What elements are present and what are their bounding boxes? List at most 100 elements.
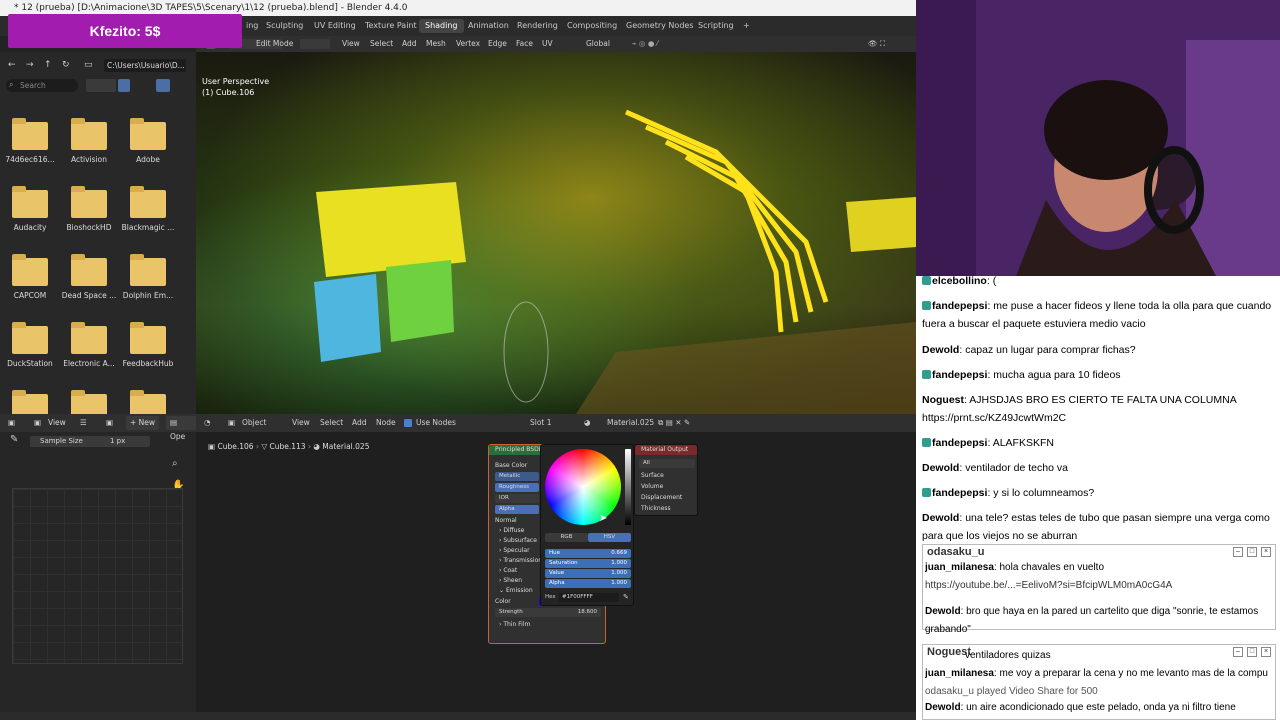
tab-animation[interactable]: Animation (462, 19, 515, 33)
slot-dropdown[interactable]: Slot 1 (530, 414, 552, 432)
material-output-node[interactable]: Material Output All Surface Volume Displ… (634, 444, 698, 516)
hue-field[interactable]: Hue 0.669 (545, 549, 631, 558)
menu-add[interactable]: Add (402, 36, 417, 52)
folder-item[interactable]: FeedbackHub (119, 316, 177, 382)
forward-arrow-icon[interactable]: → (26, 60, 34, 70)
folder-item[interactable]: Electronic A... (60, 316, 118, 382)
eyedropper-icon[interactable]: ✎ (623, 593, 629, 601)
folder-item[interactable]: Dead Space ... (60, 248, 118, 314)
color-wheel[interactable] (545, 449, 621, 525)
saturation-field[interactable]: Saturation 1.000 (545, 559, 631, 568)
menu-select[interactable]: Select (320, 414, 343, 432)
menu-edge[interactable]: Edge (488, 36, 507, 52)
folder-item[interactable]: Audacity (1, 180, 59, 246)
node-editor-type-icon[interactable]: ◔ (204, 414, 211, 432)
ior-field[interactable]: IOR (495, 494, 539, 503)
menu-view[interactable]: View (292, 414, 310, 432)
chat-popup-window[interactable]: Noguest – □ × ventiladores quizas juan_m… (922, 644, 1276, 720)
strength-field[interactable]: Strength 18.600 (495, 608, 601, 617)
panel-diffuse[interactable]: › Diffuse (499, 526, 524, 535)
menu-uv[interactable]: UV (542, 36, 553, 52)
thumbnail-view-icon[interactable] (118, 79, 130, 92)
vertex-edge-face-toggle[interactable] (300, 39, 330, 49)
shader-type-dropdown[interactable]: Object (242, 414, 266, 432)
open-image-button[interactable]: ▤ Ope (166, 416, 196, 441)
folder-item[interactable]: Activision (60, 112, 118, 178)
zoom-icon[interactable]: ⌕ (172, 458, 178, 469)
alpha-field[interactable]: Alpha 1.000 (545, 579, 631, 588)
display-mode-icons[interactable] (86, 79, 116, 92)
folder-item[interactable]: Adobe (119, 112, 177, 178)
panel-specular[interactable]: › Specular (499, 546, 530, 555)
material-name-field[interactable]: Material.025 (607, 414, 654, 432)
menu-mesh[interactable]: Mesh (426, 36, 446, 52)
tab-hsv[interactable]: HSV (588, 533, 631, 542)
panel-emission[interactable]: ⌄ Emission (499, 586, 533, 595)
hex-field[interactable]: #1F00FFFF (559, 593, 619, 602)
color-picker-popup[interactable]: RGB HSV Hue 0.669 Saturation 1.000 Value 1.… (540, 444, 634, 606)
alpha-field[interactable]: Alpha (495, 505, 539, 514)
mode-dropdown[interactable]: Edit Mode (256, 36, 293, 52)
tab-scripting[interactable]: Scripting (692, 19, 740, 33)
sample-size-field[interactable]: Sample Size 1 px (30, 436, 150, 447)
menu-select[interactable]: Select (370, 36, 393, 52)
use-nodes-checkbox[interactable] (404, 419, 412, 427)
filter-icon[interactable] (156, 79, 170, 92)
menu-node[interactable]: Node (376, 414, 396, 432)
maximize-icon[interactable]: □ (1247, 547, 1257, 557)
menu-face[interactable]: Face (516, 36, 533, 52)
panel-thin-film[interactable]: › Thin Film (499, 620, 530, 629)
folder-item[interactable]: Dolphin Em... (119, 248, 177, 314)
search-input[interactable]: Search (6, 79, 78, 92)
folder-item[interactable]: DuckStation (1, 316, 59, 382)
image-canvas[interactable] (12, 488, 183, 664)
image-browse-icon[interactable]: ▣ (106, 414, 113, 432)
folder-item[interactable]: 74d6ec616... (1, 112, 59, 178)
roughness-field[interactable]: Roughness (495, 483, 539, 492)
menu-vertex[interactable]: Vertex (456, 36, 480, 52)
tab-uv-editing[interactable]: UV Editing (308, 19, 362, 33)
list-icon[interactable]: ☰ (80, 414, 87, 432)
menu-add[interactable]: Add (352, 414, 367, 432)
folder-item[interactable]: Blackmagic ... (119, 180, 177, 246)
3d-viewport[interactable]: User Perspective (1) Cube.106 (196, 52, 916, 414)
material-actions-icons[interactable]: ⧉ ▤ ✕ ✎ (658, 414, 690, 432)
material-sphere-icon[interactable]: ◕ (584, 414, 591, 432)
value-slider[interactable] (625, 449, 631, 525)
chat-popup-window[interactable]: odasaku_u – □ × juan_milanesa: hola chav… (922, 544, 1276, 635)
menu-view[interactable]: View (342, 36, 360, 52)
new-folder-icon[interactable]: ▭ (84, 60, 93, 70)
gizmo-icons[interactable]: 👁 ⛶ (868, 36, 885, 52)
panel-sheen[interactable]: › Sheen (499, 576, 522, 585)
back-arrow-icon[interactable]: ← (8, 60, 16, 70)
tab-sculpting[interactable]: Sculpting (260, 19, 309, 33)
tab-compositing[interactable]: Compositing (561, 19, 623, 33)
tab-texture-paint[interactable]: Texture Paint (359, 19, 423, 33)
tab-rgb[interactable]: RGB (545, 533, 588, 542)
minimize-icon[interactable]: – (1233, 547, 1243, 557)
tab-rendering[interactable]: Rendering (511, 19, 564, 33)
value-field[interactable]: Value 1.000 (545, 569, 631, 578)
orientation-dropdown[interactable]: Global (586, 36, 610, 52)
image-editor-mode-icon[interactable]: ▣ (34, 414, 41, 432)
editor-type-icon[interactable]: ▣ (8, 414, 15, 432)
new-image-button[interactable]: + New (126, 416, 160, 430)
add-workspace-button[interactable]: + (737, 19, 756, 33)
file-path-field[interactable]: C:\Users\Usuario\D... (104, 59, 186, 72)
object-type-icon[interactable]: ▣ (228, 414, 235, 432)
folder-item[interactable]: BioshockHD (60, 180, 118, 246)
menu-view[interactable]: View (48, 414, 66, 432)
refresh-icon[interactable]: ↻ (62, 60, 70, 70)
target-dropdown[interactable]: All (639, 459, 695, 468)
metallic-field[interactable]: Metallic (495, 472, 539, 481)
close-icon[interactable]: × (1261, 547, 1271, 557)
tab-shading[interactable]: Shading (419, 19, 464, 33)
snapping-icon[interactable]: ⌁ ◎ ● ⁄ (632, 36, 658, 52)
panel-subsurface[interactable]: › Subsurface (499, 536, 537, 545)
panel-coat[interactable]: › Coat (499, 566, 517, 575)
eyedropper-icon[interactable]: ✎ (10, 434, 18, 445)
parent-folder-icon[interactable]: ↑ (44, 60, 52, 70)
panel-transmission[interactable]: › Transmission (499, 556, 542, 565)
tab-geometry-nodes[interactable]: Geometry Nodes (620, 19, 699, 33)
folder-item[interactable]: CAPCOM (1, 248, 59, 314)
